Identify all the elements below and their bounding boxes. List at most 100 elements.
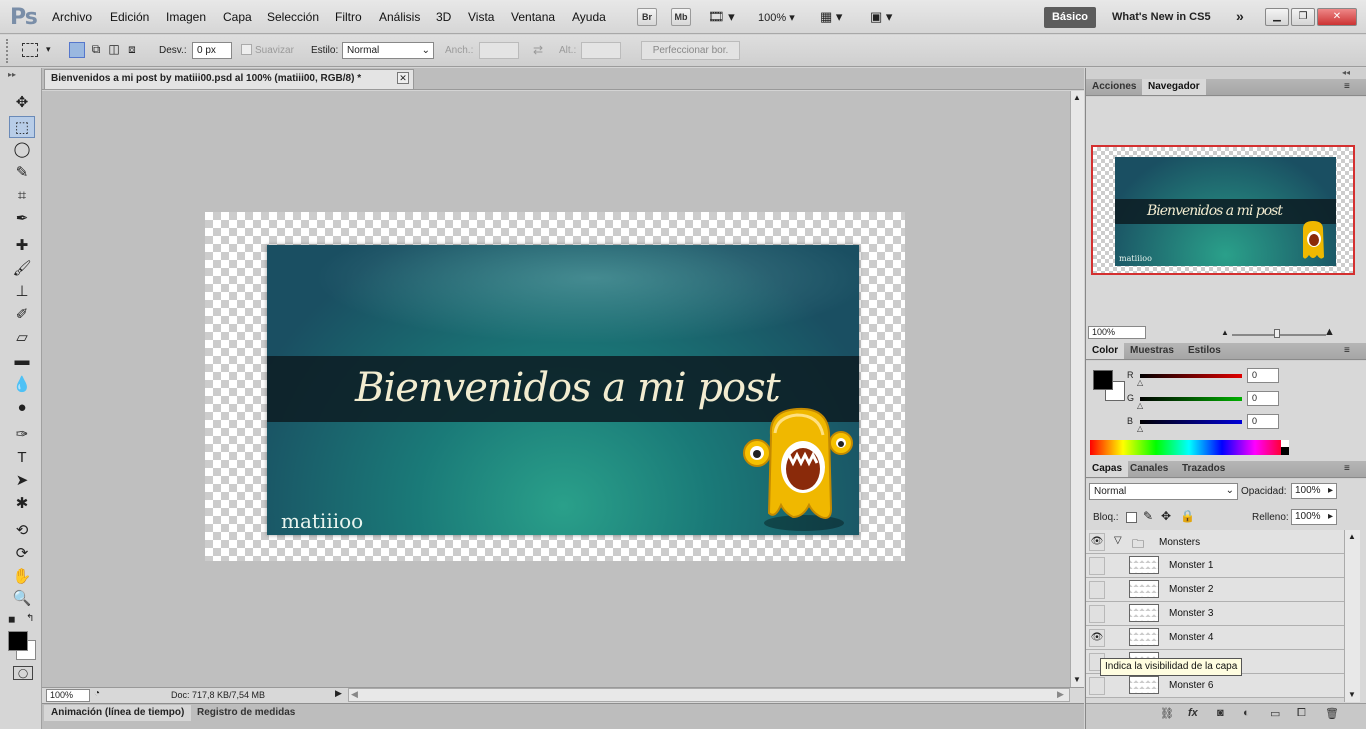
- lock-all-icon[interactable]: 🔒: [1180, 509, 1195, 523]
- maximize-button[interactable]: ❐: [1291, 8, 1315, 26]
- horizontal-scrollbar[interactable]: ◀ ▶: [348, 688, 1070, 702]
- layer-style-icon[interactable]: fx: [1188, 707, 1198, 719]
- panel-menu-icon[interactable]: ≡: [1344, 81, 1350, 92]
- marquee-preset-icon[interactable]: [22, 43, 38, 57]
- eyedropper-tool-icon[interactable]: ✒: [9, 208, 35, 230]
- move-tool-icon[interactable]: ✥: [9, 92, 35, 114]
- quick-select-tool-icon[interactable]: ✎: [9, 162, 35, 184]
- panel-menu-icon[interactable]: ≡: [1344, 463, 1350, 474]
- new-group-icon[interactable]: ▭: [1270, 707, 1280, 720]
- expand-group-icon[interactable]: ▽: [1114, 535, 1122, 546]
- menu-filtro[interactable]: Filtro: [335, 10, 362, 24]
- history-brush-tool-icon[interactable]: ✐: [9, 304, 35, 326]
- dodge-tool-icon[interactable]: ●: [9, 397, 35, 419]
- lock-transparency-icon[interactable]: [1126, 512, 1137, 523]
- style-select[interactable]: Normal ⌄: [342, 42, 434, 59]
- channel-b-thumb[interactable]: △: [1137, 424, 1143, 433]
- clone-stamp-tool-icon[interactable]: ⊥: [9, 281, 35, 303]
- blur-tool-icon[interactable]: 💧: [9, 374, 35, 396]
- tab-color[interactable]: Color: [1086, 343, 1125, 359]
- minibridge-button[interactable]: Mb: [671, 8, 691, 26]
- tab-navegador[interactable]: Navegador: [1142, 79, 1206, 95]
- foreground-color-swatch[interactable]: [8, 631, 28, 651]
- brush-tool-icon[interactable]: 🖌: [9, 258, 35, 280]
- refine-edge-button[interactable]: Perfeccionar bor.: [641, 41, 740, 60]
- zoom-tool-icon[interactable]: 🔍: [9, 588, 35, 610]
- menu-archivo[interactable]: Archivo: [52, 10, 92, 24]
- intersect-selection-icon[interactable]: ⧈: [124, 42, 140, 58]
- eye-toggle[interactable]: [1089, 677, 1105, 695]
- scroll-right-icon[interactable]: ▶: [1057, 689, 1064, 700]
- color-spectrum[interactable]: [1090, 440, 1288, 455]
- close-window-button[interactable]: ✕: [1317, 8, 1357, 26]
- layers-scrollbar[interactable]: ▲ ▼: [1344, 530, 1360, 702]
- channel-r-slider[interactable]: [1140, 374, 1242, 378]
- 3d-orbit-tool-icon[interactable]: ⟳: [9, 543, 35, 565]
- menu-seleccion[interactable]: Selección: [267, 10, 319, 24]
- layer-row[interactable]: Monster 3: [1086, 602, 1344, 626]
- eye-icon[interactable]: 👁: [1089, 629, 1105, 647]
- spectrum-white-swatch[interactable]: [1281, 440, 1289, 447]
- color-foreground-swatch[interactable]: [1093, 370, 1113, 390]
- lasso-tool-icon[interactable]: ◯: [9, 139, 35, 161]
- layer-row[interactable]: Monster 1: [1086, 554, 1344, 578]
- gradient-tool-icon[interactable]: ▬: [9, 350, 35, 372]
- scroll-down-icon[interactable]: ▼: [1348, 690, 1356, 699]
- collapse-panels-icon[interactable]: ◂◂: [1342, 68, 1350, 77]
- channel-g-slider[interactable]: [1140, 397, 1242, 401]
- tab-muestras[interactable]: Muestras: [1124, 343, 1180, 359]
- tab-canales[interactable]: Canales: [1124, 461, 1174, 477]
- lock-position-icon[interactable]: ✥: [1161, 509, 1171, 523]
- fill-input[interactable]: 100% ▸: [1291, 509, 1337, 525]
- layer-mask-icon[interactable]: ◙: [1217, 707, 1224, 719]
- healing-brush-tool-icon[interactable]: ✚: [9, 235, 35, 257]
- menu-ayuda[interactable]: Ayuda: [572, 10, 606, 24]
- scroll-up-icon[interactable]: ▲: [1348, 532, 1356, 541]
- menu-imagen[interactable]: Imagen: [166, 10, 206, 24]
- menu-capa[interactable]: Capa: [223, 10, 252, 24]
- rect-marquee-tool-icon[interactable]: ⬚: [9, 116, 35, 138]
- pen-tool-icon[interactable]: ✑: [9, 424, 35, 446]
- tab-measurement-log[interactable]: Registro de medidas: [190, 705, 302, 721]
- preset-dropdown-icon[interactable]: ▾: [46, 44, 51, 55]
- eye-toggle[interactable]: [1089, 557, 1105, 575]
- zoom-level-menu[interactable]: 100% ▾: [758, 11, 795, 24]
- default-colors-icon[interactable]: ◼: [8, 614, 15, 625]
- channel-b-input[interactable]: 0: [1247, 414, 1279, 429]
- channel-g-input[interactable]: 0: [1247, 391, 1279, 406]
- panel-menu-icon[interactable]: ≡: [1344, 345, 1350, 356]
- layer-group-row[interactable]: 👁 ▽ 🗀 Monsters: [1086, 530, 1344, 554]
- status-info-icon[interactable]: ◔: [94, 688, 100, 699]
- adjustment-layer-icon[interactable]: ◐: [1243, 707, 1250, 719]
- screen-mode-icon[interactable]: ▣ ▾: [870, 9, 892, 25]
- new-selection-icon[interactable]: [69, 42, 85, 58]
- menu-edicion[interactable]: Edición: [110, 10, 149, 24]
- minimize-button[interactable]: ▁: [1265, 8, 1289, 26]
- close-document-button[interactable]: ✕: [397, 72, 409, 84]
- subtract-selection-icon[interactable]: ◫: [106, 42, 122, 58]
- vertical-scrollbar[interactable]: ▲ ▼: [1070, 91, 1084, 687]
- navigator-zoom-thumb[interactable]: [1274, 329, 1280, 338]
- crop-tool-icon[interactable]: ⌗: [9, 185, 35, 207]
- link-layers-icon[interactable]: ⛓: [1160, 707, 1174, 720]
- workspace-overflow-icon[interactable]: »: [1236, 8, 1244, 24]
- menu-ventana[interactable]: Ventana: [511, 10, 555, 24]
- zoom-in-icon[interactable]: ▲: [1324, 326, 1335, 338]
- feather-input[interactable]: 0 px: [192, 42, 232, 59]
- eye-icon[interactable]: 👁: [1089, 533, 1105, 551]
- menu-3d[interactable]: 3D: [436, 10, 451, 24]
- channel-r-input[interactable]: 0: [1247, 368, 1279, 383]
- path-select-tool-icon[interactable]: ➤: [9, 470, 35, 492]
- new-layer-icon[interactable]: ⧠: [1297, 707, 1306, 720]
- spectrum-black-swatch[interactable]: [1281, 447, 1289, 455]
- layer-row[interactable]: Monster 2: [1086, 578, 1344, 602]
- collapse-tools-icon[interactable]: ▸▸: [8, 70, 16, 79]
- bridge-button[interactable]: Br: [637, 8, 657, 26]
- blend-mode-select[interactable]: Normal ⌄: [1089, 483, 1238, 500]
- channel-r-thumb[interactable]: △: [1137, 378, 1143, 387]
- quick-mask-icon[interactable]: ◯: [13, 666, 33, 680]
- scroll-down-icon[interactable]: ▼: [1073, 675, 1081, 684]
- film-strip-icon[interactable]: 🎞 ▾: [708, 9, 735, 25]
- 3d-rotate-tool-icon[interactable]: ⟲: [9, 520, 35, 542]
- lock-pixels-icon[interactable]: ✎: [1143, 509, 1153, 523]
